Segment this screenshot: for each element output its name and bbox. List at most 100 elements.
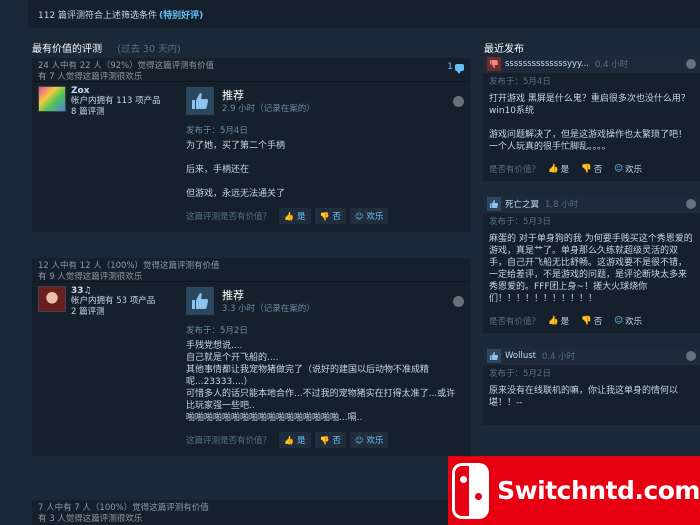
recent-review-header[interactable]: ssssssssssssssyyy... 0.4 小时	[483, 55, 700, 73]
avatar[interactable]	[38, 86, 66, 112]
thumbs-up-icon	[487, 197, 501, 211]
vote-yes-label: 是	[296, 436, 306, 446]
recent-review-card: ssssssssssssssyyy... 0.4 小时 发布于：5月4日 打开游…	[483, 55, 700, 181]
review-paragraph: 打开游戏 黑屏是什么鬼？重启很多次也没什么用？win10系统	[489, 94, 690, 116]
review-text: 为了她，买了第二个手柄 后来，手柄还在 但游戏，永远无法通关了	[186, 140, 464, 200]
recent-playtime: 0.4 小时	[594, 60, 629, 70]
thumbs-down-icon: 👎	[319, 211, 330, 221]
recent-author-name[interactable]: 死亡之翼	[505, 198, 539, 210]
vote-no-button[interactable]: 👎 否	[581, 315, 602, 327]
recent-review-text: 打开游戏 黑屏是什么鬼？重启很多次也没什么用？win10系统 游戏问题解决了，但…	[483, 89, 700, 163]
review-verdict[interactable]: 推荐 3.3 小时（记录在案的）	[186, 286, 464, 316]
author-name[interactable]: Zox	[71, 86, 161, 96]
filter-summary-text: 112 篇评测符合上述筛选条件	[38, 10, 158, 21]
thumbs-up-icon: 👍	[548, 316, 559, 326]
vote-no-button[interactable]: 👎 否	[314, 432, 346, 448]
funny-stat: 有 9 人觉得这篇评测很欢乐	[38, 272, 143, 282]
vote-no-label: 否	[593, 165, 603, 175]
steam-icon	[686, 59, 696, 69]
review-card: 12 人中有 12 人（100%）觉得这篇评测有价值 有 9 人觉得这篇评测很欢…	[32, 258, 470, 456]
review-header: 12 人中有 12 人（100%）觉得这篇评测有价值 有 9 人觉得这篇评测很欢…	[32, 258, 470, 282]
review-text: 手残党想说.... 自己就是个开飞船的.... 其他事情都让我宠物猪做完了（说好…	[186, 341, 456, 423]
helpful-question: 这篇评测是否有价值？	[186, 212, 272, 222]
smiley-icon: ☺	[614, 316, 624, 326]
recent-review-text: 原来没有在线联机的嘛，你让我这单身的情何以堪！！--	[483, 381, 700, 425]
helpful-question: 这篇评测是否有价值？	[186, 436, 272, 446]
vote-no-button[interactable]: 👎 否	[314, 208, 346, 224]
helpful-controls: 这篇评测是否有价值？ 👍 是 👎 否 ☺ 欢乐	[186, 432, 464, 448]
review-author[interactable]: 33♫ 帐户内拥有 53 项产品 2 篇评测	[38, 286, 186, 448]
recent-helpful-controls: 是否有价值？ 👍 是 👎 否 ☺ 欢乐	[483, 315, 700, 333]
recent-author-name[interactable]: Wollust	[505, 351, 536, 361]
vote-yes-button[interactable]: 👍 是	[548, 163, 569, 175]
posted-date: 发布于：5月2日	[186, 326, 248, 336]
review-paragraph: 原来没有在线联机的嘛，你让我这单身的情何以堪！！--	[489, 386, 679, 408]
author-review-count[interactable]: 2 篇评测	[71, 307, 155, 318]
vote-no-label: 否	[332, 436, 341, 446]
thumbs-up-icon: 👍	[548, 164, 559, 174]
recent-title: 最近发布	[484, 44, 524, 55]
watermark-banner: Switchntd.com	[448, 456, 700, 525]
helpful-question: 是否有价值？	[489, 165, 541, 175]
vote-yes-label: 是	[296, 212, 306, 222]
smiley-icon: ☺	[354, 435, 364, 445]
verdict-label: 推荐	[222, 88, 244, 102]
recent-review-text: 麻蛋的 对于单身狗的我 为何要手贱买这个秀恩爱的游戏，真是艹了。单身那么久练就超…	[483, 229, 700, 315]
thumbs-down-icon: 👎	[319, 435, 330, 445]
recent-review-card: 死亡之翼 1.8 小时 发布于：5月3日 麻蛋的 对于单身狗的我 为何要手贱买这…	[483, 195, 700, 333]
recent-playtime: 0.4 小时	[541, 352, 576, 362]
vote-no-label: 否	[332, 212, 341, 222]
recent-review-header[interactable]: Wollust 0.4 小时	[483, 347, 700, 365]
author-name[interactable]: 33♫	[71, 286, 155, 296]
watermark-text: Switchntd.com	[497, 476, 700, 505]
vote-funny-button[interactable]: ☺ 欢乐	[349, 208, 389, 224]
filter-summary-bar: 112 篇评测符合上述筛选条件 (特别好评)	[28, 0, 700, 28]
author-review-count[interactable]: 8 篇评测	[71, 107, 161, 118]
review-paragraph: 游戏问题解决了，但是这游戏操作也太繁琐了吧！一个人玩真的很手忙脚乱。。。。	[489, 130, 688, 152]
smiley-icon: ☺	[354, 211, 364, 221]
helpful-stat: 7 人中有 7 人（100%）觉得这篇评测有价值	[38, 503, 209, 513]
thumbs-down-icon	[487, 57, 501, 71]
overall-rating-link[interactable]: (特别好评)	[159, 8, 203, 21]
helpful-question: 是否有价值？	[489, 317, 541, 327]
vote-funny-button[interactable]: ☺ 欢乐	[614, 163, 642, 175]
review-author[interactable]: Zox 帐户内拥有 113 项产品 8 篇评测	[38, 86, 186, 224]
recent-posted-date: 发布于：5月2日	[489, 369, 551, 379]
vote-no-button[interactable]: 👎 否	[581, 163, 602, 175]
vote-funny-label: 欢乐	[625, 165, 643, 175]
vote-no-label: 否	[593, 317, 603, 327]
funny-stat: 有 3 人觉得这篇评测很欢乐	[38, 514, 143, 524]
recent-posted-date: 发布于：5月4日	[489, 77, 551, 87]
avatar[interactable]	[38, 286, 66, 312]
comment-count[interactable]: 1	[447, 62, 464, 74]
vote-funny-button[interactable]: ☺ 欢乐	[349, 432, 389, 448]
recent-review-header[interactable]: 死亡之翼 1.8 小时	[483, 195, 700, 213]
vote-yes-button[interactable]: 👍 是	[548, 315, 569, 327]
most-helpful-title: 最有价值的评测	[32, 44, 102, 55]
vote-yes-button[interactable]: 👍 是	[279, 432, 311, 448]
review-header: 24 人中有 22 人（92%）觉得这篇评测有价值 有 7 人觉得这篇评测很欢乐…	[32, 58, 470, 82]
switch-logo-icon	[452, 462, 490, 519]
vote-yes-label: 是	[560, 165, 570, 175]
review-card: 24 人中有 22 人（92%）觉得这篇评测有价值 有 7 人觉得这篇评测很欢乐…	[32, 58, 470, 232]
thumbs-up-icon: 👍	[284, 435, 294, 445]
recent-reviews-list: ssssssssssssssyyy... 0.4 小时 发布于：5月4日 打开游…	[483, 55, 700, 433]
thumbs-up-icon	[487, 349, 501, 363]
steam-icon	[453, 296, 464, 307]
most-helpful-heading: 最有价值的评测 (过去 30 天内)	[32, 40, 181, 55]
vote-funny-button[interactable]: ☺ 欢乐	[614, 315, 642, 327]
steam-icon	[686, 351, 696, 361]
recent-helpful-controls: 是否有价值？ 👍 是 👎 否 ☺ 欢乐	[483, 163, 700, 181]
thumbs-down-icon: 👎	[581, 164, 592, 174]
vote-yes-button[interactable]: 👍 是	[279, 208, 311, 224]
smiley-icon: ☺	[614, 164, 624, 174]
recent-author-name[interactable]: ssssssssssssssyyy...	[505, 59, 589, 69]
thumbs-down-icon: 👎	[581, 316, 592, 326]
review-verdict[interactable]: 推荐 2.9 小时（记录在案的）	[186, 86, 464, 116]
playtime: 2.9 小时（记录在案的）	[222, 103, 315, 114]
review-card-partial: 7 人中有 7 人（100%）觉得这篇评测有价值 有 3 人觉得这篇评测很欢乐	[32, 500, 470, 525]
recent-heading: 最近发布	[484, 40, 524, 55]
review-paragraph: 麻蛋的 对于单身狗的我 为何要手贱买这个秀恩爱的游戏，真是艹了。单身那么久练就超…	[489, 234, 693, 304]
thumbs-up-icon: 👍	[284, 211, 294, 221]
author-products: 帐户内拥有 113 项产品	[71, 96, 161, 106]
